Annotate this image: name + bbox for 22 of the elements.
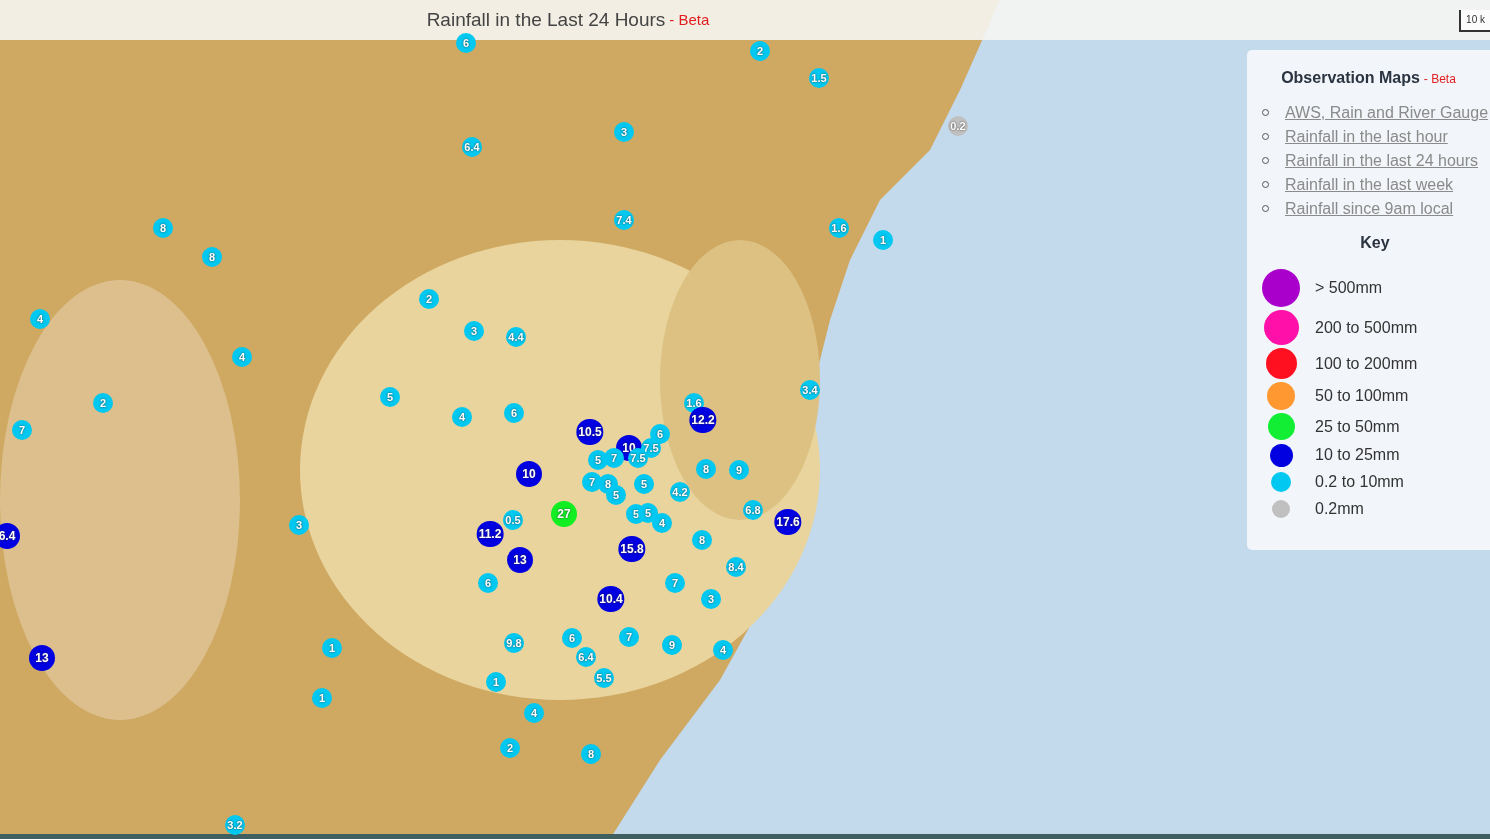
legend-label: 100 to 200mm bbox=[1315, 353, 1418, 374]
legend-label: 200 to 500mm bbox=[1315, 317, 1418, 338]
map-link[interactable]: Rainfall since 9am local bbox=[1285, 198, 1454, 219]
panel-title: Observation Maps bbox=[1281, 68, 1420, 88]
legend-label: > 500mm bbox=[1315, 278, 1383, 298]
rain-gauge-marker[interactable]: 0.2 bbox=[948, 116, 968, 136]
beta-label: - Beta bbox=[1423, 71, 1456, 88]
map-link[interactable]: AWS, Rain and River Gauge bbox=[1285, 102, 1489, 123]
beta-label: - Beta bbox=[669, 9, 710, 30]
key-title: Key bbox=[1360, 233, 1390, 253]
legend-label: 50 to 100mm bbox=[1315, 386, 1409, 406]
map-link[interactable]: Rainfall in the last 24 hours bbox=[1285, 150, 1478, 171]
page-title: Rainfall in the Last 24 Hours bbox=[426, 7, 666, 32]
scale-bar: 10 k bbox=[1459, 10, 1490, 32]
legend-label: 25 to 50mm bbox=[1315, 416, 1400, 437]
map-link[interactable]: Rainfall in the last hour bbox=[1285, 126, 1448, 147]
legend-label: 0.2 to 10mm bbox=[1315, 472, 1404, 492]
rain-gauge-marker[interactable]: 1 bbox=[873, 230, 893, 250]
legend-label: 10 to 25mm bbox=[1315, 445, 1400, 465]
legend-label: 0.2mm bbox=[1315, 499, 1364, 519]
rain-gauge-marker[interactable]: 6.4 bbox=[0, 523, 20, 549]
map-link[interactable]: Rainfall in the last week bbox=[1285, 174, 1454, 195]
